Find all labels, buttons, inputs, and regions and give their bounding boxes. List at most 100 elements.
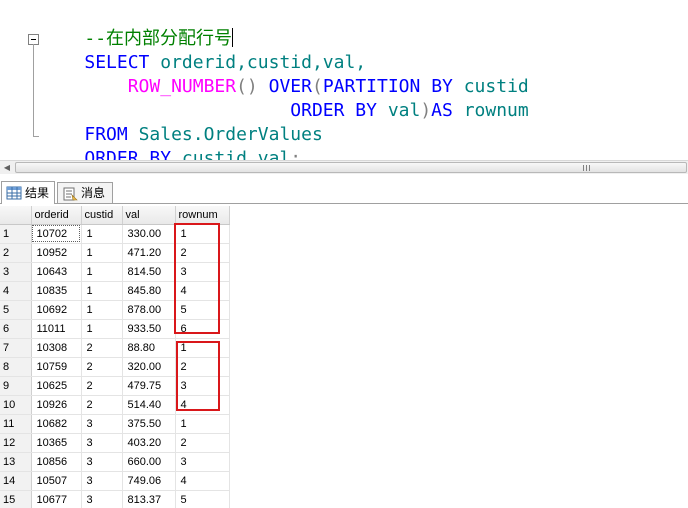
cell-val[interactable]: 878.00 <box>122 300 176 320</box>
editor-horizontal-scrollbar[interactable]: ◀ <box>0 160 688 174</box>
cell-custid[interactable]: 1 <box>81 262 123 282</box>
cell-orderid[interactable]: 10677 <box>31 490 82 508</box>
cell-rownum[interactable]: 1 <box>175 414 230 434</box>
row-number-cell[interactable]: 12 <box>0 433 32 453</box>
cell-rownum[interactable]: 1 <box>175 224 230 244</box>
cell-rownum[interactable]: 4 <box>175 395 230 415</box>
row-number-cell[interactable]: 5 <box>0 300 32 320</box>
sql-editor[interactable]: --在内部分配行号 SELECT orderid,custid,val, ROW… <box>0 0 688 160</box>
tab-results[interactable]: 结果 <box>1 181 55 204</box>
table-row[interactable]: 14 10507 3 749.06 4 <box>0 471 230 491</box>
cell-rownum[interactable]: 2 <box>175 357 230 377</box>
cell-rownum[interactable]: 2 <box>175 243 230 263</box>
cell-custid[interactable]: 2 <box>81 376 123 396</box>
row-number-cell[interactable]: 3 <box>0 262 32 282</box>
cell-orderid[interactable]: 10643 <box>31 262 82 282</box>
cell-val[interactable]: 813.37 <box>122 490 176 508</box>
cell-rownum[interactable]: 5 <box>175 490 230 508</box>
table-row[interactable]: 2 10952 1 471.20 2 <box>0 243 230 263</box>
cell-custid[interactable]: 1 <box>81 243 123 263</box>
cell-orderid[interactable]: 10308 <box>31 338 82 358</box>
row-number-cell[interactable]: 14 <box>0 471 32 491</box>
grid-corner-cell[interactable] <box>0 206 32 225</box>
cell-custid[interactable]: 2 <box>81 395 123 415</box>
row-number-cell[interactable]: 9 <box>0 376 32 396</box>
row-number-cell[interactable]: 2 <box>0 243 32 263</box>
cell-val[interactable]: 375.50 <box>122 414 176 434</box>
cell-custid[interactable]: 1 <box>81 300 123 320</box>
table-row[interactable]: 8 10759 2 320.00 2 <box>0 357 230 377</box>
scrollbar-thumb[interactable] <box>15 162 687 173</box>
column-header-orderid[interactable]: orderid <box>31 206 82 225</box>
cell-rownum[interactable]: 5 <box>175 300 230 320</box>
row-number-cell[interactable]: 11 <box>0 414 32 434</box>
cell-orderid[interactable]: 10365 <box>31 433 82 453</box>
column-header-rownum[interactable]: rownum <box>175 206 230 225</box>
cell-custid[interactable]: 2 <box>81 338 123 358</box>
tab-messages[interactable]: 消息 <box>57 182 113 204</box>
cell-orderid[interactable]: 10856 <box>31 452 82 472</box>
row-number-cell[interactable]: 15 <box>0 490 32 508</box>
table-row[interactable]: 1 10702 1 330.00 1 <box>0 224 230 244</box>
cell-orderid[interactable]: 10702 <box>31 224 82 244</box>
table-row[interactable]: 7 10308 2 88.80 1 <box>0 338 230 358</box>
cell-custid[interactable]: 2 <box>81 357 123 377</box>
table-row[interactable]: 10 10926 2 514.40 4 <box>0 395 230 415</box>
cell-orderid[interactable]: 10835 <box>31 281 82 301</box>
table-row[interactable]: 13 10856 3 660.00 3 <box>0 452 230 472</box>
cell-orderid[interactable]: 10507 <box>31 471 82 491</box>
row-number-cell[interactable]: 7 <box>0 338 32 358</box>
cell-orderid[interactable]: 11011 <box>31 319 82 339</box>
row-number-cell[interactable]: 4 <box>0 281 32 301</box>
table-row[interactable]: 15 10677 3 813.37 5 <box>0 490 230 508</box>
cell-val[interactable]: 320.00 <box>122 357 176 377</box>
cell-custid[interactable]: 3 <box>81 490 123 508</box>
cell-custid[interactable]: 3 <box>81 471 123 491</box>
cell-rownum[interactable]: 3 <box>175 262 230 282</box>
cell-orderid[interactable]: 10952 <box>31 243 82 263</box>
cell-val[interactable]: 403.20 <box>122 433 176 453</box>
cell-orderid[interactable]: 10682 <box>31 414 82 434</box>
cell-rownum[interactable]: 3 <box>175 452 230 472</box>
cell-val[interactable]: 330.00 <box>122 224 176 244</box>
cell-val[interactable]: 479.75 <box>122 376 176 396</box>
row-number-cell[interactable]: 10 <box>0 395 32 415</box>
row-number-cell[interactable]: 6 <box>0 319 32 339</box>
cell-rownum[interactable]: 6 <box>175 319 230 339</box>
table-row[interactable]: 6 11011 1 933.50 6 <box>0 319 230 339</box>
cell-custid[interactable]: 1 <box>81 281 123 301</box>
table-row[interactable]: 5 10692 1 878.00 5 <box>0 300 230 320</box>
cell-custid[interactable]: 1 <box>81 319 123 339</box>
column-header-custid[interactable]: custid <box>81 206 123 225</box>
table-row[interactable]: 11 10682 3 375.50 1 <box>0 414 230 434</box>
row-number-cell[interactable]: 1 <box>0 224 32 244</box>
cell-custid[interactable]: 3 <box>81 414 123 434</box>
cell-rownum[interactable]: 4 <box>175 281 230 301</box>
cell-val[interactable]: 88.80 <box>122 338 176 358</box>
cell-rownum[interactable]: 1 <box>175 338 230 358</box>
cell-rownum[interactable]: 3 <box>175 376 230 396</box>
cell-val[interactable]: 749.06 <box>122 471 176 491</box>
cell-orderid[interactable]: 10692 <box>31 300 82 320</box>
cell-val[interactable]: 660.00 <box>122 452 176 472</box>
cell-orderid[interactable]: 10926 <box>31 395 82 415</box>
cell-orderid[interactable]: 10759 <box>31 357 82 377</box>
cell-rownum[interactable]: 2 <box>175 433 230 453</box>
cell-val[interactable]: 933.50 <box>122 319 176 339</box>
cell-custid[interactable]: 1 <box>81 224 123 244</box>
cell-custid[interactable]: 3 <box>81 452 123 472</box>
cell-custid[interactable]: 3 <box>81 433 123 453</box>
results-grid[interactable]: orderid custid val rownum 1 10702 1 330.00 1… <box>0 206 688 508</box>
row-number-cell[interactable]: 13 <box>0 452 32 472</box>
table-row[interactable]: 3 10643 1 814.50 3 <box>0 262 230 282</box>
scroll-left-arrow-icon[interactable]: ◀ <box>0 161 14 174</box>
cell-rownum[interactable]: 4 <box>175 471 230 491</box>
table-row[interactable]: 12 10365 3 403.20 2 <box>0 433 230 453</box>
cell-val[interactable]: 845.80 <box>122 281 176 301</box>
table-row[interactable]: 9 10625 2 479.75 3 <box>0 376 230 396</box>
column-header-val[interactable]: val <box>122 206 176 225</box>
cell-val[interactable]: 514.40 <box>122 395 176 415</box>
cell-orderid[interactable]: 10625 <box>31 376 82 396</box>
table-row[interactable]: 4 10835 1 845.80 4 <box>0 281 230 301</box>
row-number-cell[interactable]: 8 <box>0 357 32 377</box>
